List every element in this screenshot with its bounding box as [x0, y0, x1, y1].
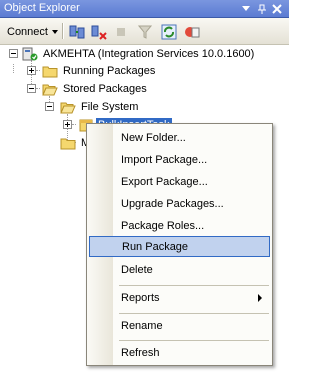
- menu-item-reports[interactable]: Reports: [89, 287, 270, 308]
- connect-label: Connect: [7, 25, 48, 38]
- tree-line: [13, 64, 14, 73]
- menu-item-label: Package Roles...: [121, 219, 205, 232]
- tree-node-stored-packages[interactable]: Stored Packages: [61, 80, 149, 98]
- folder-icon: [60, 138, 76, 150]
- connect-button[interactable]: Connect: [3, 22, 62, 41]
- connect-object-explorer-icon[interactable]: [68, 23, 86, 40]
- menu-item-refresh[interactable]: Refresh: [89, 342, 270, 363]
- submenu-arrow-icon: [258, 294, 262, 302]
- menu-item-run-package[interactable]: Run Package: [89, 236, 270, 257]
- close-icon[interactable]: [270, 2, 284, 16]
- tree-node-server[interactable]: AKMEHTA (Integration Services 10.0.1600): [41, 45, 256, 63]
- menu-item-label: Refresh: [121, 346, 160, 359]
- menu-item-label: Reports: [121, 291, 160, 304]
- menu-item-delete[interactable]: Delete: [89, 259, 270, 280]
- running-packages-label: Running Packages: [63, 65, 156, 77]
- server-label: AKMEHTA (Integration Services 10.0.1600): [43, 48, 255, 60]
- expand-toggle-bulkinserttask[interactable]: [63, 120, 72, 129]
- folder-open-icon: [60, 102, 76, 114]
- folder-icon: [42, 66, 58, 78]
- refresh-icon[interactable]: [160, 23, 178, 40]
- menu-item-upgrade-packages[interactable]: Upgrade Packages...: [89, 193, 270, 214]
- collapse-toggle-server[interactable]: [9, 49, 18, 58]
- stop-icon[interactable]: [112, 23, 130, 40]
- disconnect-icon[interactable]: [90, 23, 108, 40]
- menu-item-rename[interactable]: Rename: [89, 315, 270, 336]
- tree-node-file-system[interactable]: File System: [79, 98, 140, 116]
- collapse-toggle-stored-packages[interactable]: [27, 84, 36, 93]
- menu-item-label: Upgrade Packages...: [121, 197, 224, 210]
- menu-item-export-package[interactable]: Export Package...: [89, 171, 270, 192]
- dropdown-arrow-icon[interactable]: [239, 2, 253, 16]
- menu-separator: [119, 313, 269, 314]
- menu-item-import-package[interactable]: Import Package...: [89, 149, 270, 170]
- menu-item-new-folder[interactable]: New Folder...: [89, 127, 270, 148]
- chevron-down-icon[interactable]: [51, 29, 58, 34]
- title-bar: Object Explorer: [0, 0, 289, 18]
- stored-packages-label: Stored Packages: [63, 83, 147, 95]
- collapse-toggle-file-system[interactable]: [45, 102, 54, 111]
- menu-item-package-roles[interactable]: Package Roles...: [89, 215, 270, 236]
- folder-open-icon: [42, 84, 58, 96]
- window-title: Object Explorer: [4, 2, 80, 14]
- menu-separator: [119, 285, 269, 286]
- tree-line: [72, 124, 76, 125]
- menu-item-label: Run Package: [122, 240, 189, 253]
- summary-icon[interactable]: [183, 23, 201, 40]
- integration-services-server-icon: [22, 47, 38, 61]
- toolbar: Connect: [0, 18, 289, 45]
- expand-toggle-running-packages[interactable]: [27, 66, 36, 75]
- context-menu: New Folder... Import Package... Export P…: [86, 123, 273, 366]
- pin-icon[interactable]: [255, 2, 269, 16]
- menu-separator: [119, 340, 269, 341]
- tree-line: [36, 88, 40, 89]
- menu-item-label: New Folder...: [121, 131, 186, 144]
- menu-item-label: Rename: [121, 319, 163, 332]
- tree-node-running-packages[interactable]: Running Packages: [61, 62, 157, 80]
- filter-icon[interactable]: [136, 23, 154, 40]
- tree-line: [36, 70, 40, 71]
- menu-item-label: Delete: [121, 263, 153, 276]
- menu-item-label: Import Package...: [121, 153, 208, 166]
- file-system-label: File System: [81, 101, 139, 113]
- toolbar-separator: [62, 23, 63, 39]
- menu-item-label: Export Package...: [121, 175, 208, 188]
